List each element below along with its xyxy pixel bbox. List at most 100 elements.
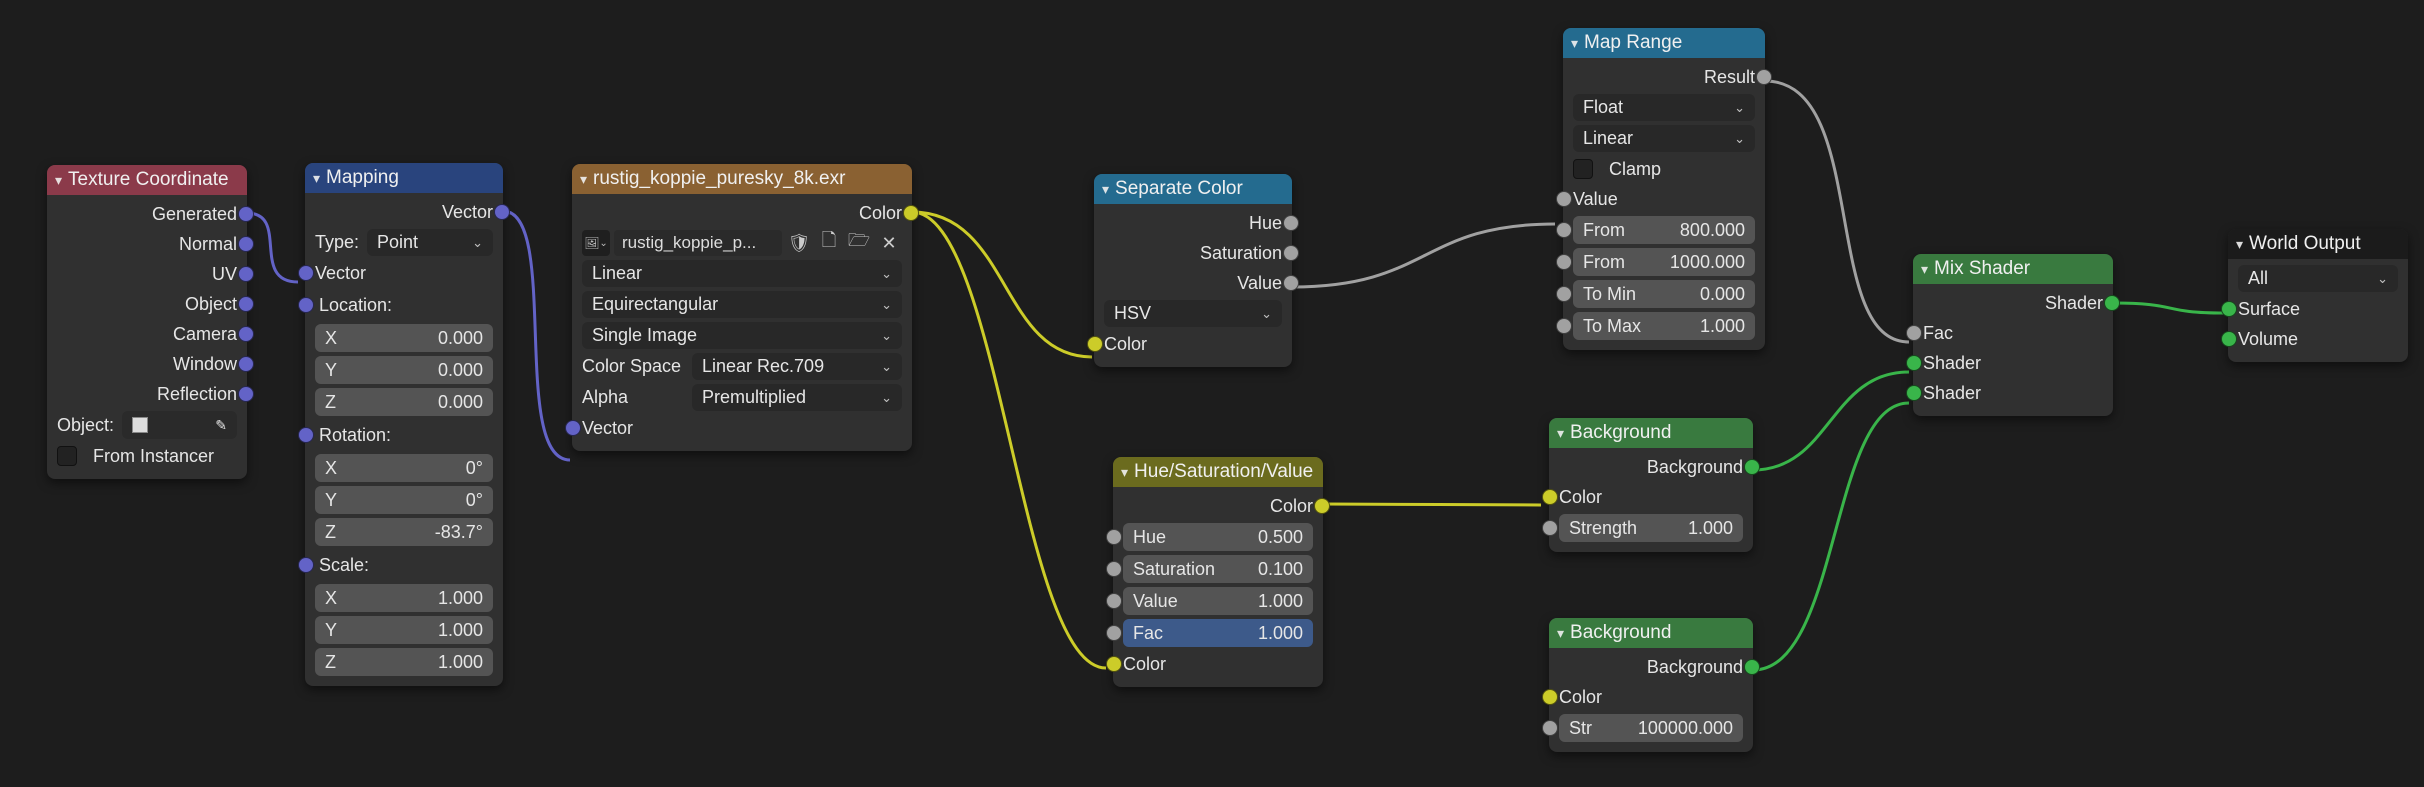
target-dropdown[interactable]: All⌄ xyxy=(2238,265,2398,292)
scale-y[interactable]: Y1.000 xyxy=(315,616,493,644)
socket-out-vector[interactable] xyxy=(238,326,254,342)
socket-in-float[interactable] xyxy=(1556,222,1572,238)
socket-out-vector[interactable] xyxy=(238,206,254,222)
node-header[interactable]: ▾ World Output xyxy=(2228,229,2408,259)
node-header[interactable]: ▾ Separate Color xyxy=(1094,174,1292,204)
node-header[interactable]: ▾ Mapping xyxy=(305,163,503,193)
node-header[interactable]: ▾ rustig_koppie_puresky_8k.exr xyxy=(572,164,912,194)
socket-in-float[interactable] xyxy=(1556,286,1572,302)
image-name-field[interactable]: rustig_koppie_p... xyxy=(614,230,782,256)
socket-in-float[interactable] xyxy=(1106,593,1122,609)
socket-in-shader[interactable] xyxy=(1906,385,1922,401)
hue-field[interactable]: Hue0.500 xyxy=(1123,523,1313,551)
socket-in-shader[interactable] xyxy=(2221,301,2237,317)
scale-x[interactable]: X1.000 xyxy=(315,584,493,612)
to-max-field[interactable]: To Max1.000 xyxy=(1573,312,1755,340)
socket-in-shader[interactable] xyxy=(2221,331,2237,347)
socket-out-float[interactable] xyxy=(1283,215,1299,231)
socket-in-float[interactable] xyxy=(1106,561,1122,577)
eyedropper-icon[interactable]: ✎ xyxy=(215,417,227,434)
open-image-icon[interactable]: 🗁 xyxy=(846,230,872,256)
rotation-z[interactable]: Z-83.7° xyxy=(315,518,493,546)
rotation-y[interactable]: Y0° xyxy=(315,486,493,514)
node-image-texture[interactable]: ▾ rustig_koppie_puresky_8k.exr Color 🖼︎ … xyxy=(572,164,912,451)
node-hue-saturation-value[interactable]: ▾ Hue/Saturation/Value Color Hue0.500 Sa… xyxy=(1113,457,1323,687)
new-image-icon[interactable]: 🗋 xyxy=(816,230,842,256)
image-browse-dropdown[interactable]: 🖼︎ ⌄ xyxy=(582,230,610,256)
socket-in-color[interactable] xyxy=(1106,656,1122,672)
socket-out-shader[interactable] xyxy=(1744,459,1760,475)
socket-out-vector[interactable] xyxy=(238,236,254,252)
node-world-output[interactable]: ▾ World Output All⌄ Surface Volume xyxy=(2228,229,2408,362)
node-header[interactable]: ▾ Background xyxy=(1549,418,1753,448)
value-field[interactable]: Value1.000 xyxy=(1123,587,1313,615)
node-background-2[interactable]: ▾ Background Background Color Str100000.… xyxy=(1549,618,1753,752)
object-input[interactable]: ✎ xyxy=(122,411,237,439)
socket-in-vector[interactable] xyxy=(298,297,314,313)
socket-out-shader[interactable] xyxy=(1744,659,1760,675)
socket-in-float[interactable] xyxy=(1542,520,1558,536)
socket-in-vector[interactable] xyxy=(298,557,314,573)
color-swatch[interactable] xyxy=(1618,685,1743,709)
node-header[interactable]: ▾ Map Range xyxy=(1563,28,1765,58)
interpolation-dropdown[interactable]: Linear⌄ xyxy=(1573,125,1755,152)
datatype-dropdown[interactable]: Float⌄ xyxy=(1573,94,1755,121)
type-dropdown[interactable]: Point⌄ xyxy=(367,229,493,256)
socket-out-shader[interactable] xyxy=(2104,295,2120,311)
location-z[interactable]: Z0.000 xyxy=(315,388,493,416)
frames-dropdown[interactable]: Single Image⌄ xyxy=(582,322,902,349)
strength-field[interactable]: Str100000.000 xyxy=(1559,714,1743,742)
socket-in-float[interactable] xyxy=(1556,254,1572,270)
socket-out-float[interactable] xyxy=(1756,69,1772,85)
node-separate-color[interactable]: ▾ Separate Color Hue Saturation Value HS… xyxy=(1094,174,1292,367)
socket-out-vector[interactable] xyxy=(494,204,510,220)
socket-in-vector[interactable] xyxy=(298,265,314,281)
unlink-icon[interactable]: ✕ xyxy=(876,230,902,256)
location-x[interactable]: X0.000 xyxy=(315,324,493,352)
socket-in-float[interactable] xyxy=(1106,529,1122,545)
node-header[interactable]: ▾ Background xyxy=(1549,618,1753,648)
rotation-x[interactable]: X0° xyxy=(315,454,493,482)
socket-in-float[interactable] xyxy=(1906,325,1922,341)
interpolation-dropdown[interactable]: Linear⌄ xyxy=(582,260,902,287)
node-header[interactable]: ▾ Texture Coordinate xyxy=(47,165,247,195)
socket-in-color[interactable] xyxy=(1542,489,1558,505)
saturation-field[interactable]: Saturation0.100 xyxy=(1123,555,1313,583)
node-header[interactable]: ▾ Hue/Saturation/Value xyxy=(1113,457,1323,487)
socket-in-color[interactable] xyxy=(1542,689,1558,705)
node-mapping[interactable]: ▾ Mapping Vector Type: Point⌄ Vector Loc… xyxy=(305,163,503,686)
node-map-range[interactable]: ▾ Map Range Result Float⌄ Linear⌄ Clamp … xyxy=(1563,28,1765,350)
socket-in-float[interactable] xyxy=(1556,191,1572,207)
socket-out-color[interactable] xyxy=(1314,498,1330,514)
alpha-dropdown[interactable]: Premultiplied⌄ xyxy=(692,384,902,411)
socket-out-vector[interactable] xyxy=(238,266,254,282)
from-max-field[interactable]: From1000.000 xyxy=(1573,248,1755,276)
color-space-dropdown[interactable]: Linear Rec.709⌄ xyxy=(692,353,902,380)
node-mix-shader[interactable]: ▾ Mix Shader Shader Fac Shader Shader xyxy=(1913,254,2113,416)
socket-in-float[interactable] xyxy=(1542,720,1558,736)
strength-field[interactable]: Strength1.000 xyxy=(1559,514,1743,542)
node-header[interactable]: ▾ Mix Shader xyxy=(1913,254,2113,284)
to-min-field[interactable]: To Min0.000 xyxy=(1573,280,1755,308)
socket-in-color[interactable] xyxy=(1087,336,1103,352)
scale-z[interactable]: Z1.000 xyxy=(315,648,493,676)
socket-out-vector[interactable] xyxy=(238,356,254,372)
socket-out-color[interactable] xyxy=(903,205,919,221)
node-background-1[interactable]: ▾ Background Background Color Strength1.… xyxy=(1549,418,1753,552)
fac-field[interactable]: Fac1.000 xyxy=(1123,619,1313,647)
projection-dropdown[interactable]: Equirectangular⌄ xyxy=(582,291,902,318)
socket-in-vector[interactable] xyxy=(298,427,314,443)
socket-out-float[interactable] xyxy=(1283,245,1299,261)
from-min-field[interactable]: From800.000 xyxy=(1573,216,1755,244)
mode-dropdown[interactable]: HSV⌄ xyxy=(1104,300,1282,327)
socket-in-vector[interactable] xyxy=(565,420,581,436)
socket-out-float[interactable] xyxy=(1283,275,1299,291)
socket-in-shader[interactable] xyxy=(1906,355,1922,371)
socket-out-vector[interactable] xyxy=(238,386,254,402)
from-instancer-checkbox[interactable] xyxy=(57,446,77,466)
node-texture-coordinate[interactable]: ▾ Texture Coordinate Generated Normal UV… xyxy=(47,165,247,479)
fake-user-icon[interactable]: 🛡︎ xyxy=(786,230,812,256)
location-y[interactable]: Y0.000 xyxy=(315,356,493,384)
socket-out-vector[interactable] xyxy=(238,296,254,312)
socket-in-float[interactable] xyxy=(1106,625,1122,641)
